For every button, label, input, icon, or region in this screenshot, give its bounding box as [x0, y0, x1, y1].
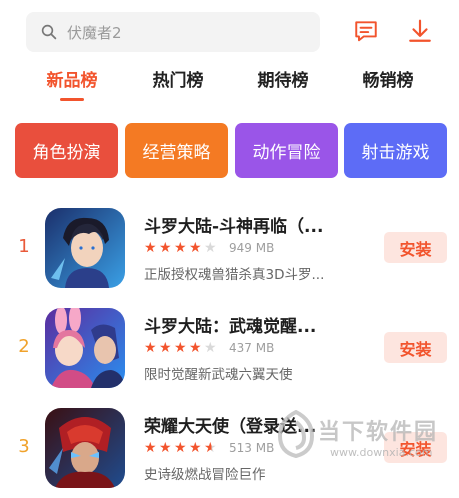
star-icon: ★	[189, 340, 202, 356]
star-icon: ★	[189, 440, 202, 456]
app-description: 史诗级燃战冒险巨作	[144, 467, 266, 483]
top-bar: 伏魔者2	[0, 0, 459, 62]
star-icon: ★	[204, 240, 217, 256]
download-icon[interactable]	[406, 17, 434, 45]
install-button[interactable]: 安装	[384, 332, 447, 363]
category-buttons: 角色扮演 经营策略 动作冒险 射击游戏	[15, 123, 447, 178]
star-icon: ★	[174, 340, 187, 356]
category-label: 经营策略	[142, 143, 211, 163]
app-meta: ★ ★ ★ ★ ★ 513 MB	[144, 440, 274, 456]
tab-label: 期待榜	[257, 71, 309, 91]
category-strategy-button[interactable]: 经营策略	[125, 123, 228, 178]
search-bar[interactable]: 伏魔者2	[26, 12, 320, 52]
tab-label: 新品榜	[46, 71, 98, 91]
half-star-icon: ★	[204, 441, 219, 455]
app-description: 正版授权魂兽猎杀真3D斗罗...	[144, 267, 325, 283]
tab-label: 畅销榜	[362, 71, 414, 91]
ranking-tabs: 新品榜 热门榜 期待榜 畅销榜	[0, 66, 459, 108]
category-label: 动作冒险	[252, 143, 321, 163]
tab-expected[interactable]: 期待榜	[247, 66, 319, 106]
rank-number: 1	[18, 236, 30, 257]
tab-new[interactable]: 新品榜	[36, 66, 108, 106]
star-icon: ★	[144, 440, 157, 456]
app-size: 513 MB	[229, 441, 275, 455]
app-name[interactable]: 斗罗大陆-斗神再临（...	[144, 212, 364, 237]
star-icon: ★	[144, 340, 157, 356]
tab-bestseller[interactable]: 畅销榜	[352, 66, 424, 106]
rating-stars: ★ ★ ★ ★ ★	[144, 441, 219, 455]
category-label: 射击游戏	[361, 143, 430, 163]
app-meta: ★ ★ ★ ★ ★ 437 MB	[144, 340, 274, 356]
category-shooter-button[interactable]: 射击游戏	[344, 123, 447, 178]
star-icon: ★	[174, 240, 187, 256]
rating-stars: ★ ★ ★ ★ ★	[144, 241, 219, 255]
app-icon-douluo-doushen[interactable]	[45, 208, 125, 288]
install-button[interactable]: 安装	[384, 432, 447, 463]
star-icon: ★	[159, 240, 172, 256]
list-item[interactable]: 1 斗罗大陆-斗神再临（... ★ ★ ★ ★ ★ 949 MB 正版授权魂兽猎…	[0, 200, 459, 296]
search-input[interactable]: 伏魔者2	[67, 22, 122, 43]
star-icon: ★	[204, 340, 217, 356]
app-meta: ★ ★ ★ ★ ★ 949 MB	[144, 240, 274, 256]
app-icon-douluo-wuhun[interactable]	[45, 308, 125, 388]
rating-stars: ★ ★ ★ ★ ★	[144, 341, 219, 355]
app-name[interactable]: 荣耀大天使（登录送...	[144, 412, 364, 437]
rank-number: 3	[18, 436, 30, 457]
category-role-playing-button[interactable]: 角色扮演	[15, 123, 118, 178]
app-name[interactable]: 斗罗大陆：武魂觉醒...	[144, 312, 364, 337]
star-icon: ★	[174, 440, 187, 456]
rank-number: 2	[18, 336, 30, 357]
install-button[interactable]: 安装	[384, 232, 447, 263]
search-icon	[41, 24, 57, 40]
star-icon: ★	[189, 240, 202, 256]
list-item[interactable]: 3 荣耀大天使（登录送... ★ ★ ★ ★ ★ 513 MB 史诗级燃战冒险巨…	[0, 400, 459, 496]
star-icon: ★	[159, 340, 172, 356]
app-icon-rongyao-datianshi[interactable]	[45, 408, 125, 488]
category-action-adventure-button[interactable]: 动作冒险	[235, 123, 338, 178]
app-description: 限时觉醒新武魂六翼天使	[144, 367, 293, 383]
tab-label: 热门榜	[152, 71, 204, 91]
tab-active-indicator	[60, 98, 84, 101]
list-item[interactable]: 2 斗罗大陆：武魂觉醒... ★ ★ ★ ★ ★ 437 MB 限时觉醒新武魂六…	[0, 300, 459, 396]
app-size: 949 MB	[229, 241, 275, 255]
category-label: 角色扮演	[32, 143, 101, 163]
message-icon[interactable]	[352, 17, 380, 45]
tab-hot[interactable]: 热门榜	[142, 66, 214, 106]
star-icon: ★	[144, 240, 157, 256]
app-size: 437 MB	[229, 341, 275, 355]
star-icon: ★	[159, 440, 172, 456]
